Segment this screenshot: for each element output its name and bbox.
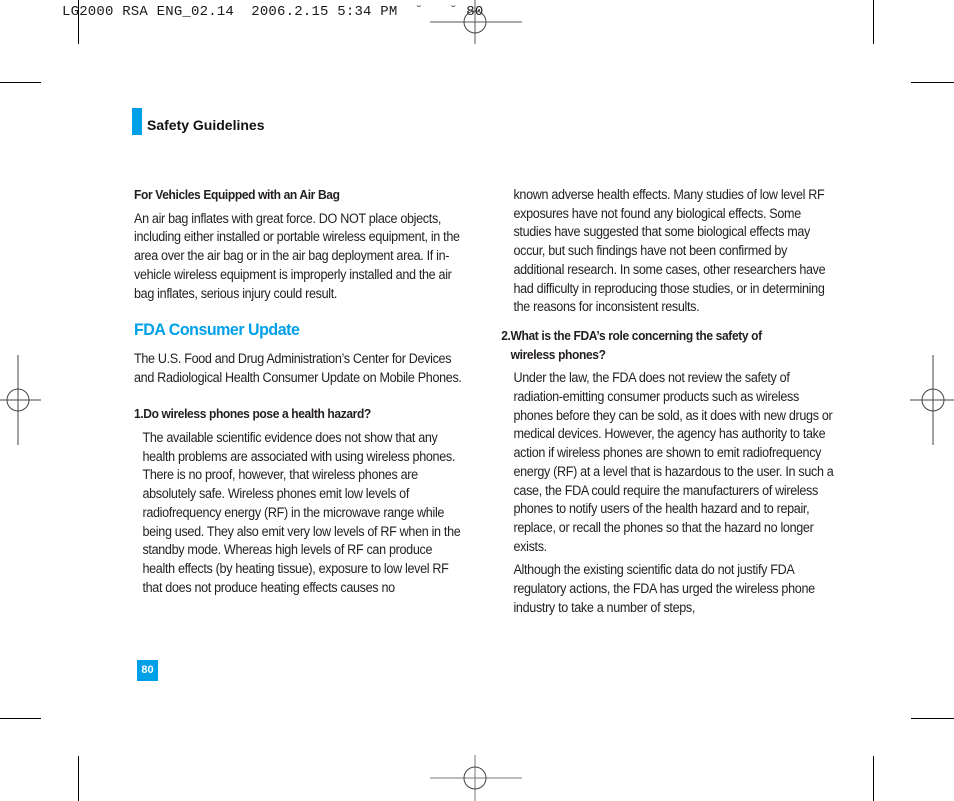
section-title: Safety Guidelines [147,117,265,133]
registration-mark-right-icon [910,355,954,445]
crop-mark-bottom-left-horizontal [0,718,41,719]
crop-mark-top-left-horizontal [0,82,41,83]
left-column: For Vehicles Equipped with an Air Bag An… [134,186,465,597]
question-2-answer-paragraph-2: Although the existing scientific data do… [513,562,815,615]
fda-intro-paragraph: The U.S. Food and Drug Administration’s … [134,350,462,385]
slug-text: LG2000 RSA ENG_02.14 2006.2.15 5:34 PM [62,4,398,20]
fda-consumer-update-heading: FDA Consumer Update [134,320,300,340]
question-2-heading-line2: wireless phones? [510,346,606,362]
question-1-answer-continued: known adverse health effects. Many studi… [513,187,826,315]
question-2-heading-line1: 2.What is the FDA’s role concerning the … [501,327,762,343]
right-column: known adverse health effects. Many studi… [501,186,836,617]
question-1-heading: 1.Do wireless phones pose a health hazar… [134,406,371,422]
crop-mark-top-right-horizontal [911,82,954,83]
crop-mark-top-left-vertical [78,0,79,44]
crop-mark-bottom-right-horizontal [911,718,954,719]
print-slug: LG2000 RSA ENG_02.14 2006.2.15 5:34 PM ˘… [62,4,484,20]
crop-mark-bottom-left-vertical [78,756,79,801]
section-tab-marker [132,108,142,135]
question-1-answer: The available scientific evidence does n… [142,430,461,595]
question-2-heading: 2.What is the FDA’s role concerning the … [501,327,836,364]
crop-mark-top-right-vertical [873,0,874,44]
registration-mark-left-icon [0,355,41,445]
question-2-answer-paragraph-1: Under the law, the FDA does not review t… [513,370,834,554]
registration-mark-bottom-icon [430,755,522,801]
airbag-paragraph: An air bag inflates with great force. DO… [134,210,460,301]
crop-mark-bottom-right-vertical [873,756,874,801]
airbag-heading: For Vehicles Equipped with an Air Bag [134,187,340,202]
registration-mark-top-icon [430,0,522,44]
page-number-badge: 80 [137,660,158,681]
